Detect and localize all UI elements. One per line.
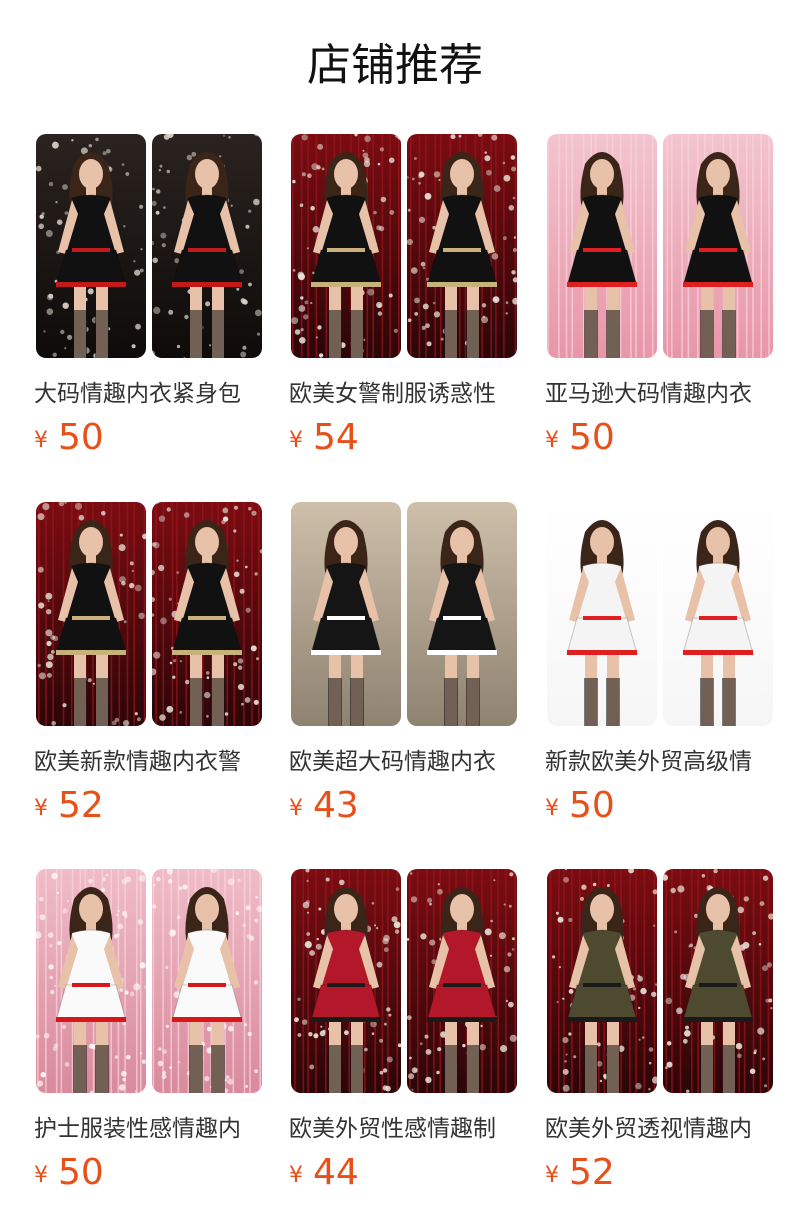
product-card[interactable]: 欧美超大码情趣内衣 ¥43: [289, 502, 529, 832]
product-photo-back: [663, 134, 773, 358]
product-grid: 大码情趣内衣紧身包 ¥50 欧美女警制服诱惑性 ¥54 亚马逊大码情趣内衣 ¥5…: [0, 0, 790, 1232]
product-image[interactable]: [291, 502, 519, 726]
product-title[interactable]: 欧美新款情趣内衣警: [34, 745, 270, 779]
product-image[interactable]: [36, 869, 264, 1093]
product-image[interactable]: [547, 134, 775, 358]
product-title[interactable]: 欧美女警制服诱惑性: [289, 377, 525, 411]
product-title[interactable]: 欧美超大码情趣内衣: [289, 745, 525, 779]
product-title[interactable]: 亚马逊大码情趣内衣: [545, 377, 781, 411]
product-photo-front: [547, 502, 657, 726]
product-card[interactable]: 欧美外贸透视情趣内 ¥52: [545, 869, 785, 1199]
product-photo-front: [36, 502, 146, 726]
product-price: ¥50: [545, 782, 615, 830]
product-image[interactable]: [547, 502, 775, 726]
product-card[interactable]: 亚马逊大码情趣内衣 ¥50: [545, 134, 785, 464]
product-image[interactable]: [36, 502, 264, 726]
product-photo-back: [663, 869, 773, 1093]
product-title[interactable]: 大码情趣内衣紧身包: [34, 377, 270, 411]
currency-symbol: ¥: [289, 795, 303, 821]
product-photo-front: [547, 869, 657, 1093]
price-amount: 43: [313, 785, 359, 826]
product-image[interactable]: [291, 869, 519, 1093]
product-photo-front: [36, 134, 146, 358]
currency-symbol: ¥: [289, 1162, 303, 1188]
product-price: ¥50: [34, 414, 104, 462]
price-amount: 54: [313, 417, 359, 458]
product-card[interactable]: 护士服装性感情趣内 ¥50: [34, 869, 274, 1199]
currency-symbol: ¥: [545, 1162, 559, 1188]
currency-symbol: ¥: [34, 427, 48, 453]
product-price: ¥50: [34, 1149, 104, 1197]
currency-symbol: ¥: [34, 795, 48, 821]
product-image[interactable]: [547, 869, 775, 1093]
product-photo-front: [291, 134, 401, 358]
product-card[interactable]: 大码情趣内衣紧身包 ¥50: [34, 134, 274, 464]
price-amount: 52: [58, 785, 104, 826]
product-price: ¥52: [545, 1149, 615, 1197]
currency-symbol: ¥: [545, 795, 559, 821]
product-photo-back: [663, 502, 773, 726]
product-card[interactable]: 欧美新款情趣内衣警 ¥52: [34, 502, 274, 832]
product-photo-back: [407, 869, 517, 1093]
product-photo-back: [407, 134, 517, 358]
price-amount: 50: [569, 417, 615, 458]
product-title[interactable]: 护士服装性感情趣内: [34, 1112, 270, 1146]
product-photo-front: [547, 134, 657, 358]
product-photo-back: [152, 869, 262, 1093]
price-amount: 52: [569, 1152, 615, 1193]
product-card[interactable]: 欧美女警制服诱惑性 ¥54: [289, 134, 529, 464]
product-photo-back: [152, 134, 262, 358]
product-price: ¥52: [34, 782, 104, 830]
product-price: ¥43: [289, 782, 359, 830]
product-card[interactable]: 新款欧美外贸高级情 ¥50: [545, 502, 785, 832]
product-photo-front: [291, 869, 401, 1093]
price-amount: 50: [58, 417, 104, 458]
product-photo-back: [407, 502, 517, 726]
product-title[interactable]: 新款欧美外贸高级情: [545, 745, 781, 779]
price-amount: 50: [58, 1152, 104, 1193]
price-amount: 50: [569, 785, 615, 826]
product-price: ¥54: [289, 414, 359, 462]
price-amount: 44: [313, 1152, 359, 1193]
currency-symbol: ¥: [34, 1162, 48, 1188]
product-title[interactable]: 欧美外贸透视情趣内: [545, 1112, 781, 1146]
currency-symbol: ¥: [545, 427, 559, 453]
product-price: ¥50: [545, 414, 615, 462]
currency-symbol: ¥: [289, 427, 303, 453]
product-photo-front: [291, 502, 401, 726]
product-price: ¥44: [289, 1149, 359, 1197]
product-card[interactable]: 欧美外贸性感情趣制 ¥44: [289, 869, 529, 1199]
product-photo-front: [36, 869, 146, 1093]
product-title[interactable]: 欧美外贸性感情趣制: [289, 1112, 525, 1146]
product-photo-back: [152, 502, 262, 726]
product-image[interactable]: [291, 134, 519, 358]
product-image[interactable]: [36, 134, 264, 358]
